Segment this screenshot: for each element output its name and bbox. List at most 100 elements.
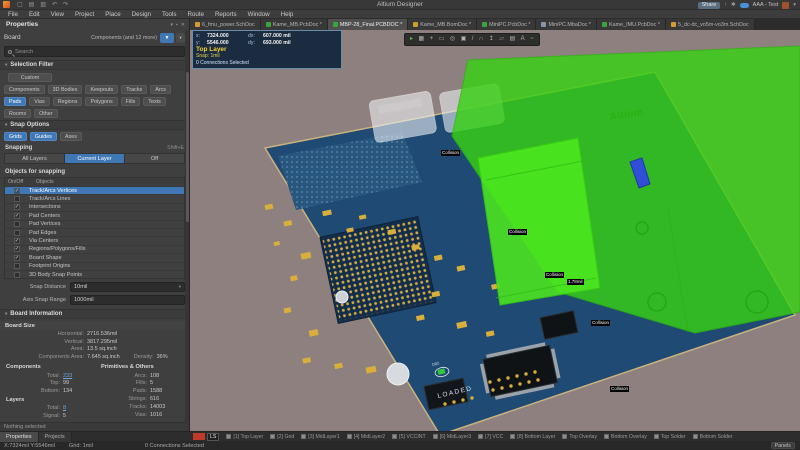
menu-place[interactable]: Place bbox=[105, 11, 120, 18]
menu-window[interactable]: Window bbox=[248, 11, 270, 18]
table-row[interactable]: ✓Pad Centers bbox=[5, 211, 184, 219]
panels-button[interactable]: Panels bbox=[771, 442, 795, 449]
snap-distance-input[interactable]: 10mil▾ bbox=[70, 282, 185, 292]
tab-doc-6[interactable]: MiniPC.MbaDoc * bbox=[536, 19, 597, 30]
search-input[interactable]: Search bbox=[4, 46, 185, 57]
panel-dropdown-icon[interactable]: ▾ bbox=[171, 22, 174, 28]
tab-doc-3-active[interactable]: MBP-28_Final.PCBDOC * bbox=[328, 19, 408, 30]
tab-doc-7[interactable]: Kame_IMU.PcbDoc * bbox=[597, 19, 666, 30]
filter-funnel-button[interactable]: ▼ bbox=[160, 33, 174, 43]
tool-arc-icon[interactable]: ∩ bbox=[479, 33, 483, 46]
table-row[interactable]: ✓Board Shape bbox=[5, 253, 184, 261]
layer-tab-bottom-overlay[interactable]: Bottom Overlay bbox=[604, 434, 647, 440]
tool-fill-icon[interactable]: ▣ bbox=[461, 33, 467, 46]
layers-total-link[interactable]: 8 bbox=[60, 405, 66, 411]
table-row[interactable]: ✓Regions/Polygons/Fills bbox=[5, 245, 184, 253]
layer-tab-mid3[interactable]: [6] MidLayer3 bbox=[433, 434, 471, 440]
section-snap-options[interactable]: ▾ Snap Options bbox=[0, 120, 189, 130]
mode-all-layers[interactable]: All Layers bbox=[5, 154, 65, 163]
tab-doc-4[interactable]: Kame_MB.BomDoc * bbox=[408, 19, 477, 30]
panel-scrollbar[interactable] bbox=[185, 30, 189, 422]
filter-other[interactable]: Other bbox=[34, 109, 57, 118]
filter-regions[interactable]: Regions bbox=[53, 97, 83, 106]
gear-icon[interactable]: ✱ bbox=[731, 2, 736, 8]
tool-place-icon[interactable]: + bbox=[430, 33, 434, 46]
mode-off[interactable]: Off bbox=[125, 154, 184, 163]
tool-grid-icon[interactable]: ▦ bbox=[419, 33, 425, 46]
tab-doc-2[interactable]: Kame_MB.PcbDoc * bbox=[261, 19, 328, 30]
tool-line-icon[interactable]: / bbox=[472, 33, 474, 46]
panel-tab-properties[interactable]: Properties bbox=[0, 432, 39, 442]
menu-view[interactable]: View bbox=[51, 11, 64, 18]
cloud-icon[interactable] bbox=[740, 3, 749, 8]
layer-tab-top-overlay[interactable]: Top Overlay bbox=[562, 434, 597, 440]
tool-pad-icon[interactable]: ◎ bbox=[450, 33, 455, 46]
section-selection-filter[interactable]: ▾ Selection Filter bbox=[0, 60, 189, 70]
table-row[interactable]: Track/Arcs Lines bbox=[5, 194, 184, 202]
chevron-down-icon[interactable]: ▾ bbox=[793, 2, 796, 8]
tab-doc-5[interactable]: MiniPC.PcbDoc * bbox=[477, 19, 536, 30]
filter-scope-label[interactable]: Components (and 12 more) bbox=[91, 35, 157, 41]
mode-current-layer[interactable]: Current Layer bbox=[65, 154, 125, 163]
upload-icon[interactable]: ↑ bbox=[724, 2, 727, 8]
layer-tab-vccint[interactable]: [5] VCCINT bbox=[392, 434, 426, 440]
table-row[interactable]: ✓Track/Arcs Vertices bbox=[5, 186, 184, 194]
snap-guides-button[interactable]: Guides bbox=[30, 132, 57, 141]
snap-grids-button[interactable]: Grids bbox=[4, 132, 27, 141]
filter-arcs[interactable]: Arcs bbox=[150, 85, 171, 94]
tab-doc-8[interactable]: 5_dc-dc_vo5m-vo3m.SchDoc bbox=[666, 19, 755, 30]
filter-rooms[interactable]: Rooms bbox=[4, 109, 31, 118]
panel-pin-icon[interactable]: ▪ bbox=[176, 22, 178, 28]
filter-vias[interactable]: Vias bbox=[29, 97, 49, 106]
filter-components[interactable]: Components bbox=[4, 85, 45, 94]
menu-reports[interactable]: Reports bbox=[215, 11, 237, 18]
components-total-link[interactable]: 233 bbox=[60, 373, 72, 379]
menu-edit[interactable]: Edit bbox=[29, 11, 40, 18]
pcb-3d-canvas[interactable]: D82 LOADED bbox=[190, 30, 800, 431]
tool-measure-icon[interactable]: ~ bbox=[530, 33, 534, 46]
chevron-down-icon[interactable]: ▾ bbox=[179, 284, 181, 290]
layer-tab-vcc[interactable]: [7] VCC bbox=[478, 434, 503, 440]
filter-caret-button[interactable]: ▾ bbox=[176, 33, 185, 43]
menu-design[interactable]: Design bbox=[132, 11, 151, 18]
layer-tab-mid1[interactable]: [3] MidLayer1 bbox=[301, 434, 339, 440]
menu-file[interactable]: File bbox=[8, 11, 18, 18]
layer-set-badge[interactable]: LS bbox=[207, 433, 219, 441]
tab-doc-1[interactable]: 6_fmu_power.SchDoc bbox=[190, 19, 261, 30]
snap-axes-button[interactable]: Axes bbox=[60, 132, 82, 141]
share-button[interactable]: Share bbox=[698, 2, 721, 9]
menu-tools[interactable]: Tools bbox=[162, 11, 176, 18]
table-row[interactable]: 3D Body Snap Points bbox=[5, 270, 184, 278]
avatar[interactable] bbox=[782, 2, 789, 9]
pcb-3d-scene[interactable]: D82 LOADED bbox=[190, 30, 800, 431]
tool-text-icon[interactable]: A bbox=[521, 33, 525, 46]
table-row[interactable]: Pad Edges bbox=[5, 228, 184, 236]
axis-snap-range-input[interactable]: 1000mil bbox=[70, 295, 185, 305]
layer-tab-mid2[interactable]: [4] MidLayer2 bbox=[347, 434, 385, 440]
account-label[interactable]: AAA - Test bbox=[753, 2, 779, 8]
tool-select-icon[interactable]: ▸ bbox=[410, 33, 413, 46]
layer-tab-bottom[interactable]: [8] Bottom Layer bbox=[510, 434, 555, 440]
menu-project[interactable]: Project bbox=[75, 11, 94, 18]
panel-tab-projects[interactable]: Projects bbox=[39, 432, 72, 442]
custom-button[interactable]: Custom bbox=[8, 73, 52, 82]
scrollbar-thumb[interactable] bbox=[186, 72, 189, 222]
table-row[interactable]: ✓Intersections bbox=[5, 203, 184, 211]
menu-route[interactable]: Route bbox=[187, 11, 204, 18]
filter-polygons[interactable]: Polygons bbox=[85, 97, 117, 106]
layer-tab-gnd[interactable]: [2] Gnd bbox=[270, 434, 294, 440]
tool-via-icon[interactable]: ↥ bbox=[489, 33, 494, 46]
filter-pads[interactable]: Pads bbox=[4, 97, 26, 106]
section-board-information[interactable]: ▾ Board Information bbox=[0, 309, 189, 319]
table-row[interactable]: Pad Vertices bbox=[5, 220, 184, 228]
filter-texts[interactable]: Texts bbox=[143, 97, 166, 106]
panel-close-icon[interactable]: ✕ bbox=[181, 22, 185, 28]
layer-tab-top-solder[interactable]: Top Solder bbox=[654, 434, 686, 440]
layer-tab-bottom-solder[interactable]: Bottom Solder bbox=[693, 434, 733, 440]
layer-tab-top[interactable]: [1] Top Layer bbox=[226, 434, 263, 440]
menu-help[interactable]: Help bbox=[281, 11, 294, 18]
table-row[interactable]: ✓Via Centers bbox=[5, 236, 184, 244]
filter-tracks[interactable]: Tracks bbox=[121, 85, 147, 94]
tool-polygon-icon[interactable]: ▱ bbox=[499, 33, 504, 46]
enclosure-3d-body[interactable]: Altium bbox=[452, 46, 800, 333]
